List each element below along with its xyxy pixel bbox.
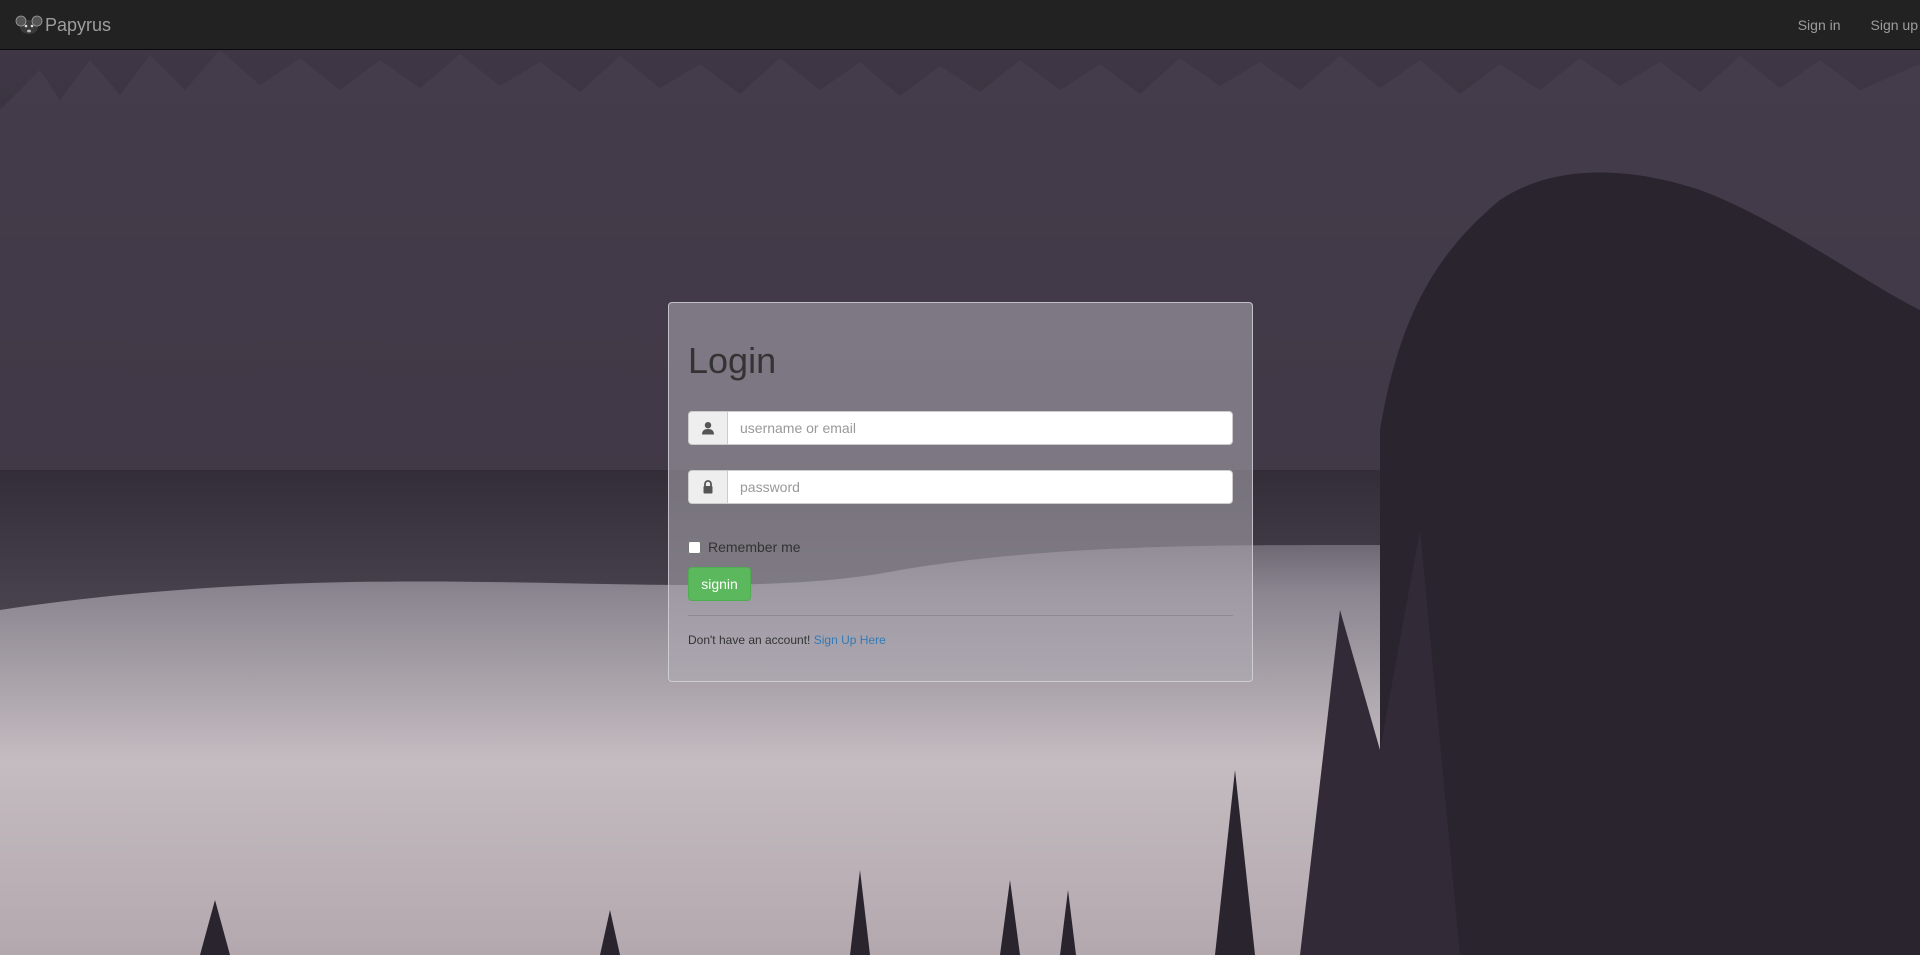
divider xyxy=(688,615,1233,616)
signup-text: Don't have an account! xyxy=(688,633,811,647)
password-input[interactable] xyxy=(727,470,1233,504)
signup-here-link[interactable]: Sign Up Here xyxy=(814,633,886,647)
remember-me-checkbox[interactable] xyxy=(688,540,701,554)
remember-me-label: Remember me xyxy=(708,539,801,555)
username-group xyxy=(688,411,1233,445)
rat-logo-icon xyxy=(15,15,43,34)
top-navbar: Papyrus Sign in Sign up xyxy=(0,0,1920,50)
user-icon xyxy=(702,422,714,435)
username-addon xyxy=(688,411,727,445)
username-input[interactable] xyxy=(727,411,1233,445)
sign-in-link[interactable]: Sign in xyxy=(1783,0,1856,50)
lock-icon xyxy=(703,480,713,494)
signup-prompt: Don't have an account! Sign Up Here xyxy=(688,633,886,647)
signin-button[interactable]: signin xyxy=(688,567,751,601)
nav-links: Sign in Sign up xyxy=(1783,0,1920,50)
password-addon xyxy=(688,470,727,504)
remember-me[interactable]: Remember me xyxy=(688,539,801,555)
brand-link[interactable]: Papyrus xyxy=(14,0,111,50)
brand-name: Papyrus xyxy=(45,14,112,35)
login-title: Login xyxy=(688,340,777,381)
sign-up-link[interactable]: Sign up xyxy=(1856,0,1920,50)
password-group xyxy=(688,470,1233,504)
login-panel: Login Remember me signin Don't have an a… xyxy=(668,302,1253,682)
